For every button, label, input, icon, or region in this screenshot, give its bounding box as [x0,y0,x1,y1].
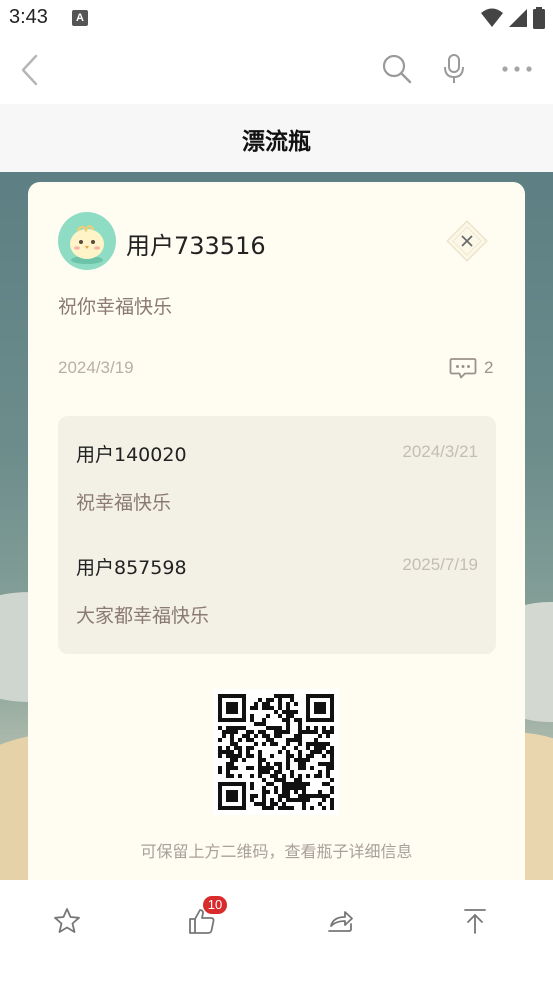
back-arrow-icon[interactable] [14,50,50,90]
replies-panel: 用户140020 2024/3/21 祝幸福快乐 用户857598 2025/7… [58,416,496,654]
share-icon[interactable] [325,906,355,936]
search-icon[interactable] [380,52,414,86]
reply-user[interactable]: 用户140020 [76,440,187,467]
reply-user[interactable]: 用户857598 [76,553,187,580]
avatar[interactable] [58,212,116,270]
top-navigation [0,38,553,104]
bottom-action-bar [0,880,553,984]
star-icon[interactable] [52,906,82,936]
reply-date: 2025/7/19 [402,555,478,574]
more-dots-icon[interactable] [500,52,534,86]
like-count-badge: 10 [203,896,227,914]
wifi-icon [481,8,503,27]
notification-app-icon: A [72,10,88,26]
qr-code-image [218,694,334,810]
scroll-to-top-icon[interactable] [460,906,490,936]
chick-avatar-icon [70,225,104,264]
page-title: 漂流瓶 [242,129,311,155]
signal-icon [509,9,527,27]
reply-date: 2024/3/21 [402,442,478,461]
status-bar: 3:43 A [0,0,553,38]
comment-count: 2 [484,358,494,377]
qr-code [213,689,339,815]
reply-text: 大家都幸福快乐 [76,605,210,627]
reply-item: 用户857598 2025/7/19 大家都幸福快乐 [76,553,478,627]
status-time: 3:43 [9,6,48,28]
status-indicators [481,6,545,30]
battery-icon [533,7,545,29]
post-date: 2024/3/19 [58,358,134,377]
close-icon[interactable] [444,218,490,264]
comment-icon[interactable] [449,357,477,379]
author-name[interactable]: 用户733516 [126,226,266,261]
title-bar: 漂流瓶 [0,104,553,172]
bottle-card: 用户733516 祝你幸福快乐 2024/3/19 2 用户140020 202… [28,182,525,902]
reply-text: 祝幸福快乐 [76,492,172,514]
reply-item: 用户140020 2024/3/21 祝幸福快乐 [76,440,478,514]
bottle-message: 祝你幸福快乐 [58,296,173,318]
microphone-icon[interactable] [440,52,468,86]
qr-hint: 可保留上方二维码，查看瓶子详细信息 [140,842,413,861]
